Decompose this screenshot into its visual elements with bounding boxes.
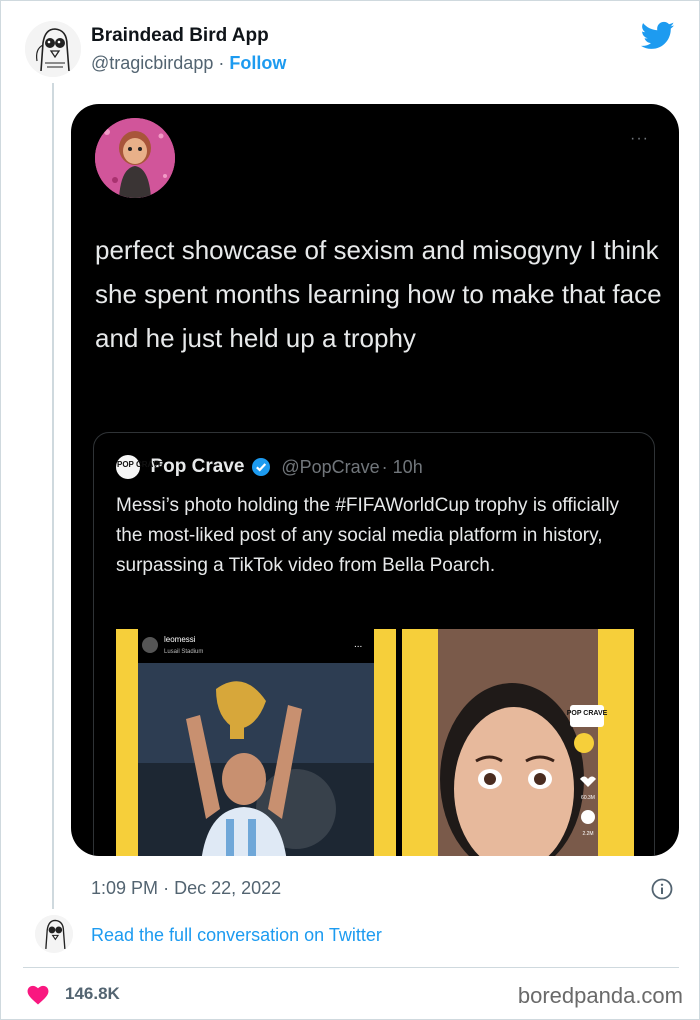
quoted-tweet-time: · 10h — [381, 456, 423, 477]
handle-separator: · — [218, 53, 225, 73]
doll-avatar-icon — [95, 118, 175, 198]
tweet-time: 1:09 PM — [91, 878, 159, 898]
boredpanda-watermark: boredpanda.com — [517, 983, 683, 1008]
follow-link[interactable]: Follow — [229, 53, 286, 73]
tweet-timestamp[interactable]: 1:09 PM · Dec 22, 2022 — [91, 878, 281, 899]
quoted-tweet[interactable]: POP CRAVE Pop Crave @PopCrave · 10h Messi… — [93, 432, 655, 856]
messi-photo[interactable]: leomessi Lusail Stadium ... — [116, 629, 396, 856]
tweet-date: Dec 22, 2022 — [174, 878, 282, 898]
messi-photo-image: leomessi Lusail Stadium ... — [116, 629, 396, 856]
tweet-meta: 1:09 PM · Dec 22, 2022 — [91, 876, 681, 904]
tweet-header: Braindead Bird App @tragicbirdapp · Foll… — [25, 17, 677, 87]
like-count: 146.8K — [65, 984, 120, 1003]
tiktok-likes-stat: 60.3M — [581, 795, 595, 801]
tweet-card: Braindead Bird App @tragicbirdapp · Foll… — [0, 0, 700, 1020]
pop-crave-logo: POP CRAVE — [116, 455, 163, 479]
quoted-author-handle[interactable]: @PopCrave — [281, 457, 379, 477]
verified-badge-icon — [251, 458, 270, 476]
skull-bird-avatar-icon — [25, 21, 81, 77]
divider — [23, 967, 679, 968]
twitter-bird-icon[interactable] — [641, 21, 675, 51]
quoted-media[interactable]: leomessi Lusail Stadium ... POP CRAVE 60… — [116, 629, 634, 856]
author-handle-row: @tragicbirdapp · Follow — [91, 53, 286, 74]
bella-poarch-photo[interactable]: POP CRAVE 60.3M 2.2M — [402, 629, 634, 856]
skull-bird-avatar-small-icon — [35, 915, 73, 953]
quoted-tweet-text: Messi’s photo holding the #FIFAWorldCup … — [116, 495, 620, 576]
insta-username: leomessi — [164, 635, 196, 644]
pop-crave-logo-text: POP CRAVE — [117, 460, 164, 469]
read-full-conversation-link[interactable]: Read the full conversation on Twitter — [91, 925, 382, 946]
embedded-screenshot[interactable]: ··· perfect showcase of sexism and misog… — [71, 104, 679, 856]
author-avatar-small[interactable] — [35, 915, 73, 953]
author-avatar[interactable] — [25, 21, 81, 77]
insta-more: ... — [354, 639, 362, 650]
embedded-tweet-text: perfect showcase of sexism and misogyny … — [95, 235, 662, 353]
pop-crave-badge: POP CRAVE — [567, 710, 608, 717]
quoted-tweet-header: POP CRAVE Pop Crave @PopCrave · 10h — [116, 455, 423, 481]
thread-line — [52, 83, 54, 909]
info-icon[interactable] — [651, 878, 673, 900]
heart-icon[interactable] — [27, 985, 49, 1005]
bella-poarch-photo-image: POP CRAVE 60.3M 2.2M — [402, 629, 634, 856]
author-name[interactable]: Braindead Bird App — [91, 25, 269, 47]
tiktok-comments-stat: 2.2M — [582, 831, 593, 837]
more-options-icon[interactable]: ··· — [630, 130, 649, 148]
time-separator: · — [163, 878, 170, 898]
insta-location: Lusail Stadium — [164, 649, 203, 655]
quoted-author-name[interactable]: Pop Crave — [150, 456, 244, 477]
embedded-avatar — [95, 118, 175, 198]
author-handle[interactable]: @tragicbirdapp — [91, 53, 213, 73]
